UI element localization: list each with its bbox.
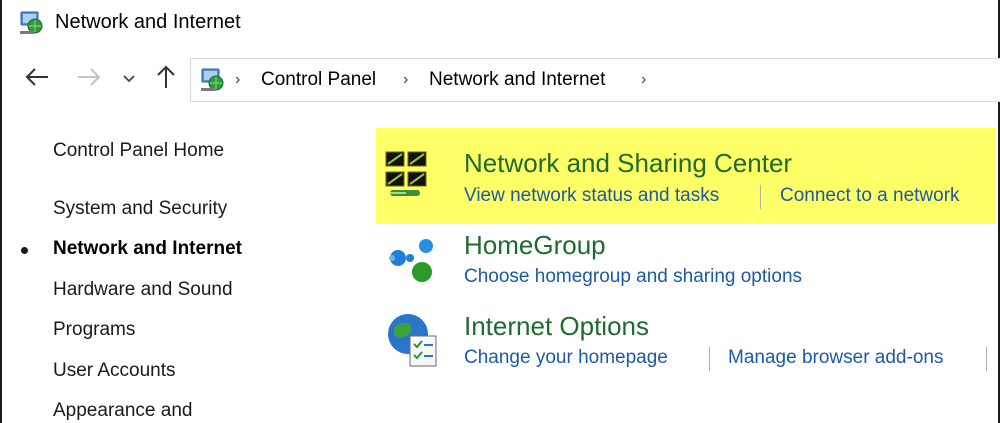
sidebar-item-system-and-security[interactable]: System and Security [53, 198, 227, 220]
network-internet-icon [18, 10, 44, 36]
back-button[interactable] [22, 66, 52, 92]
category-title-internet-options[interactable]: Internet Options [464, 311, 649, 342]
chevron-right-icon[interactable]: › [403, 71, 408, 89]
category-title-network-and-sharing-center[interactable]: Network and Sharing Center [464, 148, 792, 179]
sidebar-item-appearance[interactable]: Appearance and [53, 400, 192, 422]
breadcrumb-control-panel[interactable]: Control Panel [261, 69, 376, 91]
link-change-homepage[interactable]: Change your homepage [464, 347, 668, 369]
link-manage-browser-addons[interactable]: Manage browser add-ons [728, 347, 943, 369]
forward-button[interactable] [74, 66, 104, 92]
recent-locations-button[interactable] [118, 66, 140, 92]
main-content: Network and Sharing Center View network … [376, 126, 998, 423]
sidebar-item-control-panel-home[interactable]: Control Panel Home [53, 140, 224, 162]
breadcrumb-network-and-internet[interactable]: Network and Internet [429, 69, 605, 91]
sidebar-item-programs[interactable]: Programs [53, 319, 135, 341]
up-button[interactable] [152, 65, 180, 94]
window-title: Network and Internet [55, 11, 241, 33]
chevron-right-icon[interactable]: › [641, 71, 646, 89]
link-view-network-status[interactable]: View network status and tasks [464, 185, 719, 207]
active-bullet-icon [21, 247, 28, 254]
forward-arrow-icon [76, 66, 102, 93]
network-sharing-center-icon [384, 148, 444, 208]
back-arrow-icon [24, 66, 50, 93]
link-divider [986, 347, 987, 371]
category-title-homegroup[interactable]: HomeGroup [464, 230, 606, 261]
navigation-bar: › Control Panel › Network and Internet › [2, 52, 1000, 108]
link-divider [709, 347, 710, 371]
internet-options-icon [384, 310, 444, 370]
sidebar-item-network-and-internet[interactable]: Network and Internet [53, 238, 242, 260]
link-divider [760, 185, 761, 209]
address-bar[interactable]: › Control Panel › Network and Internet › [190, 58, 1000, 102]
sidebar-item-user-accounts[interactable]: User Accounts [53, 360, 176, 382]
link-connect-to-network[interactable]: Connect to a network [780, 185, 960, 207]
chevron-right-icon[interactable]: › [235, 71, 240, 89]
title-bar: Network and Internet [2, 0, 998, 50]
sidebar: Control Panel Home System and Security N… [2, 120, 332, 423]
up-arrow-icon [155, 65, 177, 94]
link-choose-homegroup[interactable]: Choose homegroup and sharing options [464, 266, 802, 288]
sidebar-item-hardware-and-sound[interactable]: Hardware and Sound [53, 279, 233, 301]
chevron-down-icon [122, 70, 136, 88]
homegroup-icon [384, 232, 444, 292]
network-internet-icon [199, 67, 225, 93]
